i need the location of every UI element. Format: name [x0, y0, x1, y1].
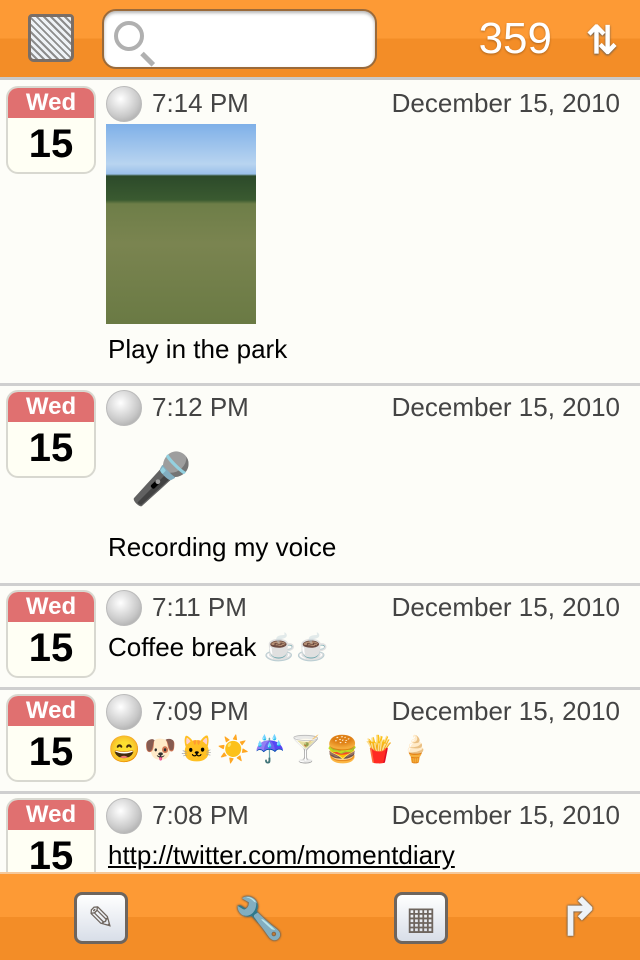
globe-icon	[106, 694, 142, 730]
calendar-badge: Wed 15	[6, 590, 96, 678]
day-number: 15	[28, 426, 74, 470]
entry-text: Coffee break ☕☕	[108, 632, 329, 662]
entry-date: December 15, 2010	[391, 800, 620, 830]
entry-count: 359	[478, 14, 552, 63]
entry-time: 7:12 PM	[152, 392, 249, 422]
globe-icon	[106, 798, 142, 834]
day-number: 15	[28, 730, 74, 774]
day-number: 15	[28, 122, 74, 166]
globe-icon	[106, 86, 142, 122]
entry-text: Recording my voice	[108, 532, 337, 562]
search-input[interactable]	[154, 19, 364, 59]
trash-icon[interactable]	[28, 14, 74, 62]
list-item[interactable]: Wed 15 7:11 PM December 15, 2010 Coffee b…	[0, 586, 640, 690]
calendar-badge: Wed 15	[6, 798, 96, 874]
entry-time: 7:08 PM	[152, 800, 249, 830]
calendar-icon[interactable]: ▦	[394, 892, 448, 944]
photo-thumbnail[interactable]	[106, 124, 256, 324]
entry-date: December 15, 2010	[391, 696, 620, 726]
list-item[interactable]: Wed 15 7:09 PM December 15, 2010 😄🐶🐱☀️☔🍸🍔…	[0, 690, 640, 794]
top-bar: 359 ⇅	[0, 0, 640, 80]
share-arrow-icon[interactable]: ↱	[552, 890, 606, 946]
search-field[interactable]	[102, 9, 377, 69]
globe-icon	[106, 390, 142, 426]
search-icon	[114, 21, 144, 51]
entry-date: December 15, 2010	[391, 88, 620, 118]
entry-time: 7:09 PM	[152, 696, 249, 726]
weekday: Wed	[8, 88, 94, 118]
entry-text: 😄🐶🐱☀️☔🍸🍔🍟🍦	[108, 734, 436, 764]
entry-text: Play in the park	[108, 334, 288, 364]
weekday: Wed	[8, 696, 94, 726]
calendar-badge: Wed 15	[6, 86, 96, 174]
list-item[interactable]: Wed 15 7:08 PM December 15, 2010 http://t…	[0, 794, 640, 874]
settings-wrench-icon[interactable]: 🔧	[232, 892, 286, 944]
entry-time: 7:14 PM	[152, 88, 249, 118]
microphone-icon[interactable]: 🎤	[130, 450, 192, 509]
list-item[interactable]: Wed 15 7:14 PM December 15, 2010 Play in …	[0, 82, 640, 386]
calendar-badge: Wed 15	[6, 390, 96, 478]
entry-time: 7:11 PM	[152, 592, 247, 622]
weekday: Wed	[8, 592, 94, 622]
day-number: 15	[28, 626, 74, 670]
list-item[interactable]: Wed 15 7:12 PM December 15, 2010 🎤 Record…	[0, 386, 640, 586]
sort-arrows-icon[interactable]: ⇅	[586, 18, 618, 63]
bottom-toolbar: ✎ 🔧 ▦ ↱	[0, 872, 640, 960]
entry-date: December 15, 2010	[391, 392, 620, 422]
entry-date: December 15, 2010	[391, 592, 620, 622]
day-number: 15	[28, 834, 74, 874]
weekday: Wed	[8, 800, 94, 830]
compose-icon[interactable]: ✎	[74, 892, 128, 944]
calendar-badge: Wed 15	[6, 694, 96, 782]
weekday: Wed	[8, 392, 94, 422]
entry-link[interactable]: http://twitter.com/momentdiary	[108, 840, 455, 871]
globe-icon	[106, 590, 142, 626]
